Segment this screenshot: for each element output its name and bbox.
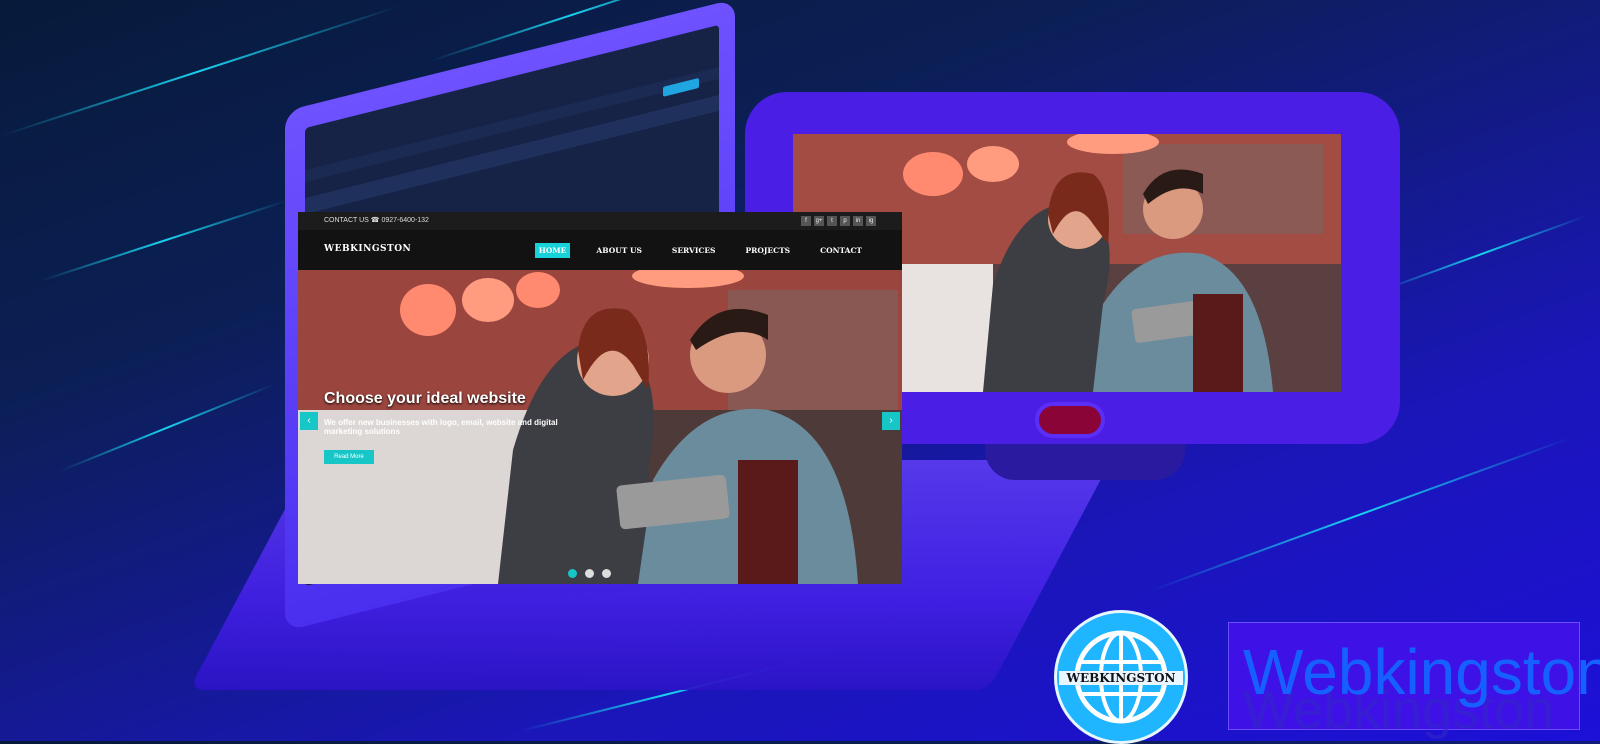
slider-next-arrow-icon[interactable]: ›: [882, 412, 900, 430]
slider-prev-arrow-icon[interactable]: ‹: [300, 412, 318, 430]
light-streak: [1149, 436, 1574, 592]
read-more-button[interactable]: Read More: [324, 450, 374, 464]
nav-menu: HOME ABOUT US SERVICES PROJECTS CONTACT: [534, 243, 866, 258]
google-plus-icon[interactable]: g+: [814, 216, 824, 226]
linkedin-icon[interactable]: in: [853, 216, 863, 226]
hero-slider: Choose your ideal website We offer new b…: [298, 270, 902, 584]
slider-dot[interactable]: [602, 569, 611, 578]
hero-title: Choose your ideal website: [324, 390, 526, 407]
wordmark-text: Webkingston: [1243, 636, 1600, 708]
website-topbar: CONTACT US ☎ 0927-6400-132 f g+ t p in i…: [298, 212, 902, 230]
light-streak: [1379, 214, 1588, 292]
site-logo[interactable]: WEBKINGSTON: [324, 244, 411, 254]
website-navbar: WEBKINGSTON HOME ABOUT US SERVICES PROJE…: [298, 230, 902, 270]
slider-dot[interactable]: [568, 569, 577, 578]
slider-dots: [568, 569, 611, 578]
pinterest-icon[interactable]: p: [840, 216, 850, 226]
social-icons: f g+ t p in ig: [801, 216, 876, 226]
instagram-icon[interactable]: ig: [866, 216, 876, 226]
nav-item-home[interactable]: HOME: [534, 243, 571, 258]
badge-text: WEBKINGSTON: [1059, 671, 1183, 685]
light-streak: [39, 199, 288, 282]
nav-item-projects[interactable]: PROJECTS: [741, 243, 794, 258]
wordmark-box: Webkingston Webkingston: [1228, 622, 1600, 740]
contact-text: CONTACT US ☎ 0927-6400-132: [324, 217, 429, 224]
nav-item-contact[interactable]: CONTACT: [816, 243, 866, 258]
light-streak: [59, 383, 274, 472]
webkingston-badge-logo: WEBKINGSTON: [1054, 610, 1188, 744]
hero-subtitle: We offer new businesses with logo, email…: [324, 418, 558, 436]
website-screenshot: CONTACT US ☎ 0927-6400-132 f g+ t p in i…: [298, 212, 902, 584]
nav-item-services[interactable]: SERVICES: [668, 243, 720, 258]
facebook-icon[interactable]: f: [801, 216, 811, 226]
slider-dot[interactable]: [585, 569, 594, 578]
monitor-power-button: [1035, 402, 1105, 438]
nav-item-about-us[interactable]: ABOUT US: [592, 243, 646, 258]
monitor-stand: [985, 440, 1185, 480]
twitter-icon[interactable]: t: [827, 216, 837, 226]
